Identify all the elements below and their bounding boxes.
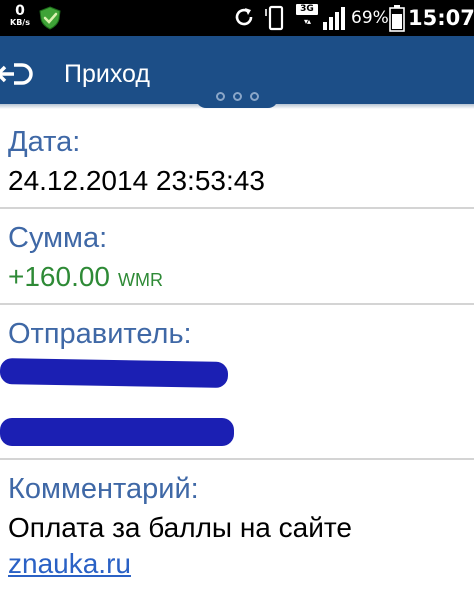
amount: +160.00 WMR [8, 260, 163, 299]
network-type-label: 3G [296, 4, 318, 15]
page-dot [216, 92, 225, 101]
page-title: Приход [64, 60, 150, 88]
redacted-sender-wallet [0, 418, 234, 446]
sync-icon [235, 8, 253, 26]
amount-currency: WMR [118, 270, 163, 290]
date-label: Дата: [8, 126, 81, 158]
redacted-sender-name [0, 358, 229, 388]
battery-icon [389, 5, 405, 32]
amount-value: +160.00 [8, 261, 110, 292]
divider [0, 458, 474, 460]
page-indicator [196, 84, 278, 108]
comment-label: Комментарий: [8, 473, 199, 505]
comment-link[interactable]: znauka.ru [8, 546, 131, 582]
shield-icon [39, 6, 61, 30]
status-bar: 0 KB/s 3G ▾▴ 69% 15:07 [0, 0, 474, 36]
divider [0, 303, 474, 305]
phone-outline-icon [265, 5, 284, 31]
network-activity-icon: ▾▴ [303, 17, 311, 26]
network-speed-unit: KB/s [10, 18, 30, 27]
divider [0, 207, 474, 209]
amount-label: Сумма: [8, 222, 108, 254]
network-speed-value: 0 [15, 3, 25, 19]
page-dot [233, 92, 242, 101]
sender-label: Отправитель: [8, 318, 192, 350]
date-value: 24.12.2014 23:53:43 [8, 165, 265, 196]
status-clock: 15:07 [408, 6, 474, 30]
comment-text: Оплата за баллы на сайте [8, 512, 352, 543]
signal-strength-icon [323, 7, 345, 30]
page-dot [250, 92, 259, 101]
back-arrow-icon[interactable] [0, 56, 36, 92]
battery-percent: 69% [351, 8, 389, 28]
network-speed: 0 KB/s [7, 4, 33, 27]
network-type-badge: 3G ▾▴ [296, 4, 318, 27]
